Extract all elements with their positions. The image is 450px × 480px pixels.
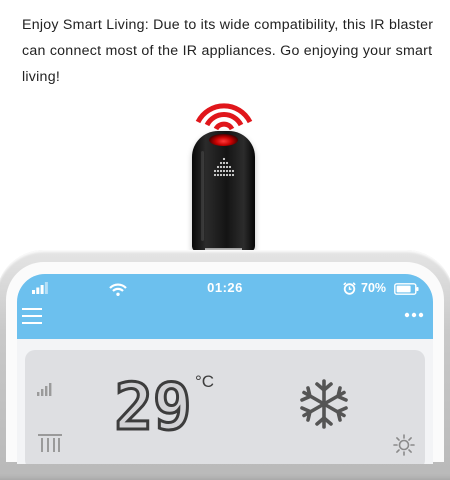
temperature-unit: °C bbox=[195, 372, 215, 391]
ir-emitter-lens bbox=[209, 134, 238, 146]
phone-screen: 01:26 70% 29 °C bbox=[17, 274, 433, 464]
ir-blaster-device bbox=[192, 131, 255, 252]
fan-speed-icon bbox=[38, 434, 62, 452]
product-description: Enjoy Smart Living: Due to its wide comp… bbox=[22, 17, 434, 85]
status-bar: 01:26 70% bbox=[17, 274, 433, 302]
app-header: 01:26 70% bbox=[17, 274, 433, 339]
more-options-icon[interactable] bbox=[404, 312, 424, 318]
hamburger-menu-icon[interactable] bbox=[21, 306, 43, 326]
signal-strength-icon bbox=[37, 383, 52, 396]
snowflake-icon bbox=[300, 379, 348, 429]
sun-icon bbox=[393, 434, 415, 456]
indicator-dots-icon bbox=[213, 157, 235, 177]
ir-signal-waves-icon bbox=[195, 103, 253, 131]
battery-icon bbox=[394, 283, 419, 295]
temperature-display: 29 bbox=[113, 375, 193, 439]
alarm-clock-icon bbox=[343, 282, 356, 295]
temperature-value: 29 bbox=[114, 375, 191, 439]
battery-percentage: 70% bbox=[361, 281, 387, 295]
ac-remote-panel: 29 °C bbox=[25, 350, 425, 464]
